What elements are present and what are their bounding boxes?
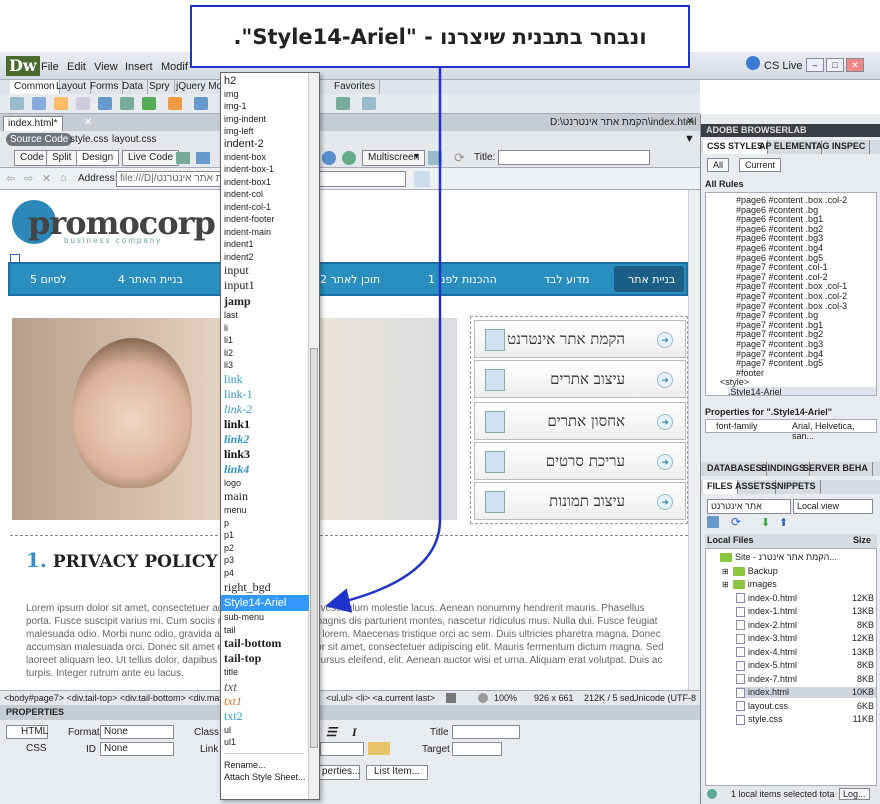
callout-box: ונבחר בתבנית שיצרנו - "Style14-Ariel". — [190, 5, 690, 68]
callout-text: ונבחר בתבנית שיצרנו - "Style14-Ariel". — [233, 24, 647, 49]
callout-arrow — [325, 68, 442, 613]
